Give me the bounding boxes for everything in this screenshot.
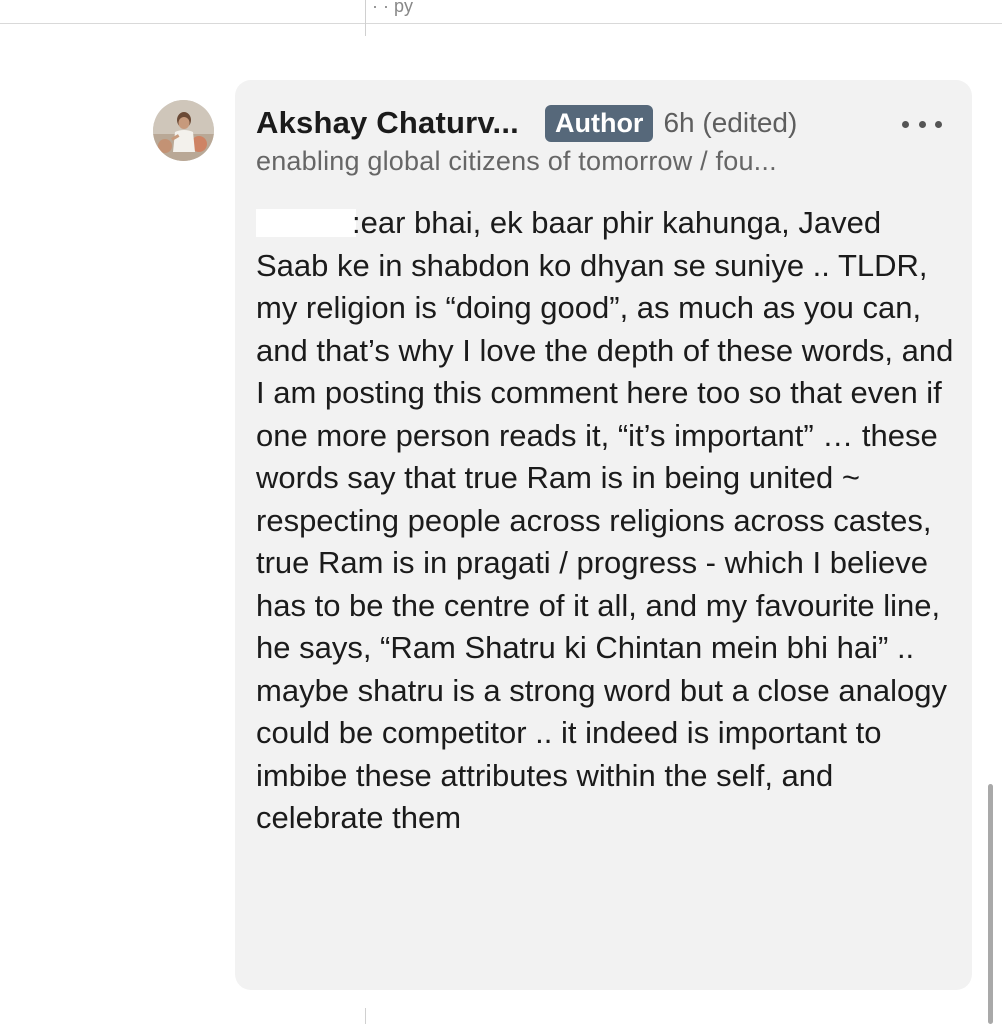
- scrollbar[interactable]: [988, 784, 993, 1024]
- top-divider: [0, 23, 1002, 24]
- comment-header: Akshay Chaturv... Author 6h (edited): [256, 100, 956, 146]
- more-horizontal-icon: [935, 120, 942, 128]
- comment-text: :ear bhai, ek baar phir kahunga, Javed S…: [256, 202, 956, 840]
- clipped-previous-text: · · py: [372, 0, 414, 16]
- avatar-photo: [153, 100, 214, 161]
- comment-timestamp: 6h (edited): [663, 107, 798, 138]
- avatar[interactable]: [153, 100, 214, 161]
- more-horizontal-icon: [902, 120, 909, 128]
- thread-line-bottom: [365, 1008, 366, 1024]
- redacted-mention: [256, 209, 356, 237]
- author-name[interactable]: Akshay Chaturv...: [256, 105, 519, 141]
- comment-text-rest: Javed Saab ke in shabdon ko dhyan se sun…: [256, 205, 954, 835]
- author-headline: enabling global citizens of tomorrow / f…: [256, 146, 777, 176]
- author-badge: Author: [544, 104, 654, 142]
- comment-text-start: :ear bhai, ek baar phir kahunga,: [352, 205, 790, 240]
- more-options-button[interactable]: [900, 112, 944, 136]
- more-horizontal-icon: [918, 120, 926, 128]
- thread-line-top: [365, 0, 366, 36]
